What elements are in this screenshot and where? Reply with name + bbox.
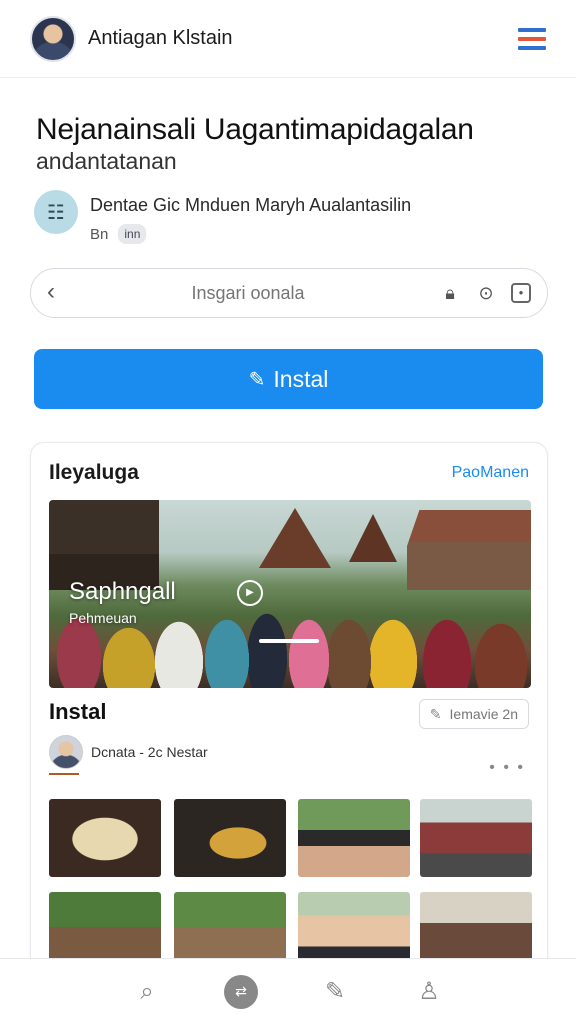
bottom-nav: ⌕ ⇄ ✎ ♙: [0, 958, 576, 1024]
carousel-indicator[interactable]: [259, 639, 319, 643]
top-bar: Antiagan Klstain: [0, 0, 576, 78]
edit-chip[interactable]: ✎ Iemavie 2n: [418, 699, 529, 729]
divider: [49, 773, 79, 775]
hero-building-left: [49, 500, 159, 590]
section-title: Instal: [49, 699, 107, 724]
search-icon[interactable]: ⌕: [130, 975, 164, 1009]
mic-icon[interactable]: ⊙: [475, 282, 497, 304]
thumbnail-street[interactable]: [420, 799, 532, 877]
install-button[interactable]: ✎ Instal: [34, 349, 543, 409]
author-meta: Bn: [90, 225, 109, 243]
page-title: Nejanainsali Uagantimapidagalan: [36, 113, 474, 146]
message-icon[interactable]: ✎: [318, 975, 352, 1009]
profile-icon[interactable]: ♙: [412, 975, 446, 1009]
author-name: Dentae Gic Mnduen Maryh Aualantasilin: [90, 195, 412, 215]
hero-building-right: [407, 510, 531, 590]
hero-roof: [349, 514, 397, 562]
thumbnail-food-2[interactable]: [174, 799, 286, 877]
edit-chip-label: Iemavie 2n: [449, 706, 518, 722]
hamburger-menu-icon[interactable]: [518, 27, 546, 50]
thumbnail-person-1[interactable]: [298, 799, 410, 877]
back-arrow-icon[interactable]: ‹: [47, 280, 71, 305]
lock-icon[interactable]: 🔒︎: [439, 282, 461, 304]
chat-bubble-icon[interactable]: ☷: [34, 190, 78, 234]
hero-subtitle: Pehmeuan: [69, 610, 137, 626]
more-options-icon[interactable]: • • •: [489, 759, 525, 777]
byline: Dcnata - 2c Nestar: [49, 735, 208, 769]
pencil-icon: ✎: [429, 705, 442, 722]
thumbnail-food-1[interactable]: [49, 799, 161, 877]
content-card: Ileyaluga PaoManen Saphngall Pehmeuan ▶ …: [30, 442, 548, 982]
hero-title: Saphngall: [69, 578, 176, 605]
byline-text: Dcnata - 2c Nestar: [91, 744, 208, 760]
pencil-icon: ✎: [248, 368, 266, 391]
hero-image[interactable]: Saphngall Pehmeuan ▶: [49, 500, 531, 688]
home-icon[interactable]: ⇄: [224, 974, 258, 1009]
install-button-label: Instal: [273, 365, 329, 392]
main-content: Nejanainsali Uagantimapidagalan andantat…: [0, 78, 576, 982]
avatar[interactable]: [49, 735, 83, 769]
camera-icon[interactable]: ●: [511, 283, 531, 303]
status-badge: inn: [118, 224, 147, 244]
play-icon[interactable]: ▶: [237, 580, 263, 606]
card-link[interactable]: PaoManen: [452, 464, 529, 482]
card-title: Ileyaluga: [49, 461, 139, 484]
search-bar: ‹ 🔒︎ ⊙ ●: [30, 268, 548, 318]
user-avatar[interactable]: [30, 15, 76, 62]
page-subtitle: andantatanan: [36, 148, 177, 174]
search-input[interactable]: [71, 282, 425, 304]
hero-roof: [259, 508, 331, 568]
author-block: ☷ Dentae Gic Mnduen Maryh Aualantasilin …: [34, 190, 411, 244]
app-title: Antiagan Klstain: [88, 27, 233, 49]
